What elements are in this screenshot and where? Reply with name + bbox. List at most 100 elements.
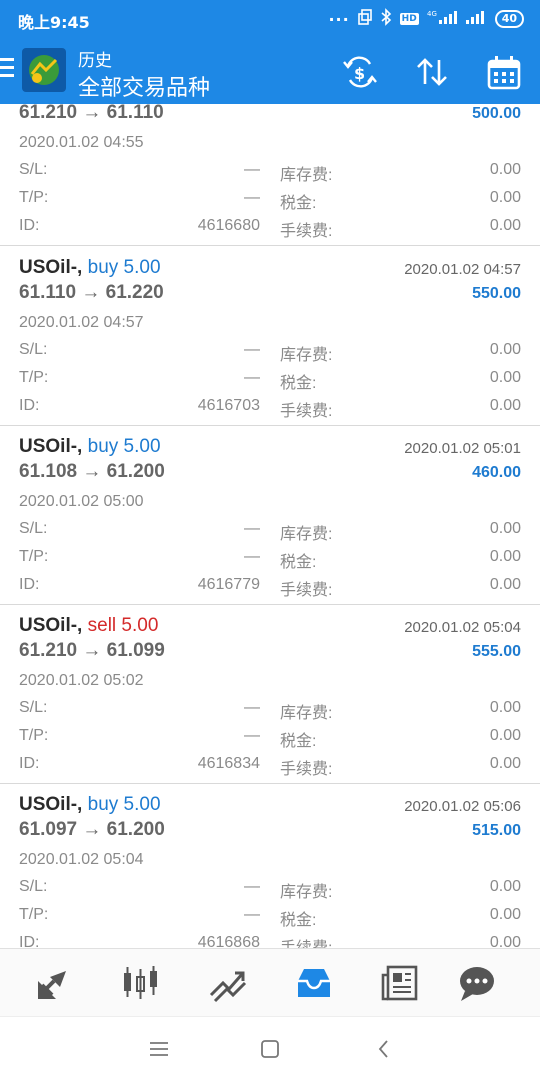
sl-value: — bbox=[244, 520, 260, 537]
swap-value: 0.00 bbox=[489, 878, 521, 895]
commission-label: 手续费: bbox=[280, 761, 333, 778]
commission-value: 0.00 bbox=[489, 397, 521, 414]
open-time: 2020.01.02 04:55 bbox=[19, 134, 144, 151]
sl-row: S/L: — 库存费: 0.00 bbox=[0, 699, 540, 723]
news-icon[interactable] bbox=[378, 961, 422, 1005]
trade-icon[interactable] bbox=[205, 961, 249, 1005]
trade-direction: buy 5.00 bbox=[87, 436, 161, 457]
tp-label: T/P: bbox=[19, 906, 49, 923]
sort-icon[interactable] bbox=[412, 52, 452, 92]
history-list[interactable]: 61.210 → 61.110 500.00 2020.01.02 04:55 … bbox=[0, 104, 540, 948]
sl-label: S/L: bbox=[19, 520, 48, 537]
trade-title: USOil-, buy 5.00 bbox=[19, 794, 161, 816]
commission-label: 手续费: bbox=[280, 934, 332, 948]
status-icons: ··· HD 4G 40 bbox=[328, 8, 524, 30]
tax-value: 0.00 bbox=[489, 189, 521, 206]
swap-label: 库存费: bbox=[280, 347, 333, 364]
commission-label: 手续费: bbox=[280, 403, 333, 420]
id-value: 4616868 bbox=[197, 934, 260, 948]
trade-symbol: USOil-, bbox=[19, 436, 83, 457]
quotes-icon[interactable] bbox=[32, 961, 76, 1005]
tax-label: 税金: bbox=[280, 912, 317, 929]
commission-value: 0.00 bbox=[489, 755, 521, 772]
tax-value: 0.00 bbox=[489, 727, 521, 744]
history-icon[interactable] bbox=[292, 961, 336, 1005]
list-item[interactable]: USOil-, buy 5.00 2020.01.02 05:01 61.108… bbox=[0, 426, 540, 605]
tp-row: T/P: — 税金: 0.00 bbox=[0, 548, 540, 572]
open-time: 2020.01.02 04:57 bbox=[19, 314, 144, 331]
close-time: 2020.01.02 05:04 bbox=[404, 619, 521, 636]
symbol-filter[interactable]: 全部交易品种 bbox=[78, 70, 210, 102]
hd-icon: HD bbox=[399, 13, 419, 25]
swap-value: 0.00 bbox=[489, 161, 521, 178]
sl-row: S/L: — 库存费: 0.00 bbox=[0, 161, 540, 185]
bluetooth-icon bbox=[380, 8, 392, 30]
commission-value: 0.00 bbox=[489, 934, 521, 948]
calendar-icon[interactable] bbox=[484, 52, 524, 92]
status-bar: 晚上9:45 ··· HD 4G 40 bbox=[0, 0, 540, 38]
trade-profit: 460.00 bbox=[472, 464, 521, 481]
menu-icon[interactable] bbox=[147, 1037, 171, 1061]
trade-direction: buy 5.00 bbox=[87, 257, 161, 278]
status-time: 晚上9:45 bbox=[18, 13, 90, 32]
trade-symbol: USOil-, bbox=[19, 615, 83, 636]
tp-label: T/P: bbox=[19, 727, 49, 744]
swap-label: 库存费: bbox=[280, 167, 333, 184]
tp-row: T/P: — 税金: 0.00 bbox=[0, 906, 540, 930]
tax-label: 税金: bbox=[280, 375, 317, 392]
id-row: ID: 4616680 手续费: 0.00 bbox=[0, 217, 540, 241]
trade-title: USOil-, sell 5.00 bbox=[19, 615, 158, 637]
list-item[interactable]: 61.210 → 61.110 500.00 2020.01.02 04:55 … bbox=[0, 104, 540, 246]
sl-label: S/L: bbox=[19, 699, 48, 716]
tp-label: T/P: bbox=[19, 189, 49, 206]
tax-label: 税金: bbox=[280, 195, 317, 212]
signal-4g-icon: 4G bbox=[427, 9, 457, 29]
commission-label: 手续费: bbox=[280, 223, 333, 240]
id-label: ID: bbox=[19, 217, 40, 234]
tp-value: — bbox=[244, 189, 260, 206]
tp-row: T/P: — 税金: 0.00 bbox=[0, 727, 540, 751]
commission-value: 0.00 bbox=[489, 217, 521, 234]
sl-row: S/L: — 库存费: 0.00 bbox=[0, 341, 540, 365]
trade-price: 61.210 → 61.099 bbox=[19, 640, 165, 661]
trade-direction: sell 5.00 bbox=[87, 615, 159, 636]
home-icon[interactable] bbox=[258, 1037, 282, 1061]
list-item[interactable]: USOil-, buy 5.00 2020.01.02 05:06 61.097… bbox=[0, 784, 540, 948]
close-time: 2020.01.02 05:06 bbox=[404, 798, 521, 815]
id-row: ID: 4616868 手续费: 0.00 bbox=[0, 934, 540, 948]
drawer-menu-icon[interactable] bbox=[0, 58, 14, 82]
signal-icon bbox=[465, 9, 487, 29]
system-navigation bbox=[0, 1016, 540, 1080]
trade-price: 61.097 → 61.200 bbox=[19, 819, 165, 840]
trade-price: 61.108 → 61.200 bbox=[19, 461, 165, 482]
open-time: 2020.01.02 05:02 bbox=[19, 672, 144, 689]
id-label: ID: bbox=[19, 397, 40, 414]
sl-row: S/L: — 库存费: 0.00 bbox=[0, 878, 540, 902]
sl-value: — bbox=[244, 878, 260, 895]
copy-icon bbox=[357, 9, 372, 29]
chart-icon[interactable] bbox=[118, 961, 162, 1005]
sl-label: S/L: bbox=[19, 161, 48, 178]
tax-label: 税金: bbox=[280, 554, 317, 571]
tax-value: 0.00 bbox=[489, 548, 521, 565]
open-time: 2020.01.02 05:00 bbox=[19, 493, 144, 510]
swap-value: 0.00 bbox=[489, 699, 521, 716]
trade-title: USOil-, buy 5.00 bbox=[19, 257, 161, 279]
swap-label: 库存费: bbox=[280, 884, 333, 901]
chat-icon[interactable] bbox=[455, 961, 499, 1005]
bottom-navigation bbox=[0, 948, 540, 1016]
list-item[interactable]: USOil-, sell 5.00 2020.01.02 05:04 61.21… bbox=[0, 605, 540, 784]
tax-label: 税金: bbox=[280, 733, 317, 750]
swap-value: 0.00 bbox=[489, 520, 521, 537]
list-item[interactable]: USOil-, buy 5.00 2020.01.02 04:57 61.110… bbox=[0, 247, 540, 426]
currency-exchange-icon[interactable]: $ bbox=[340, 52, 380, 92]
close-time: 2020.01.02 04:57 bbox=[404, 261, 521, 278]
back-icon[interactable] bbox=[372, 1037, 396, 1061]
sl-label: S/L: bbox=[19, 878, 48, 895]
open-time: 2020.01.02 05:04 bbox=[19, 851, 144, 868]
id-label: ID: bbox=[19, 755, 40, 772]
trade-price: 61.210 → 61.110 bbox=[19, 104, 164, 123]
svg-text:4G: 4G bbox=[427, 10, 437, 18]
trade-profit: 515.00 bbox=[472, 822, 521, 839]
app-logo bbox=[22, 48, 66, 92]
